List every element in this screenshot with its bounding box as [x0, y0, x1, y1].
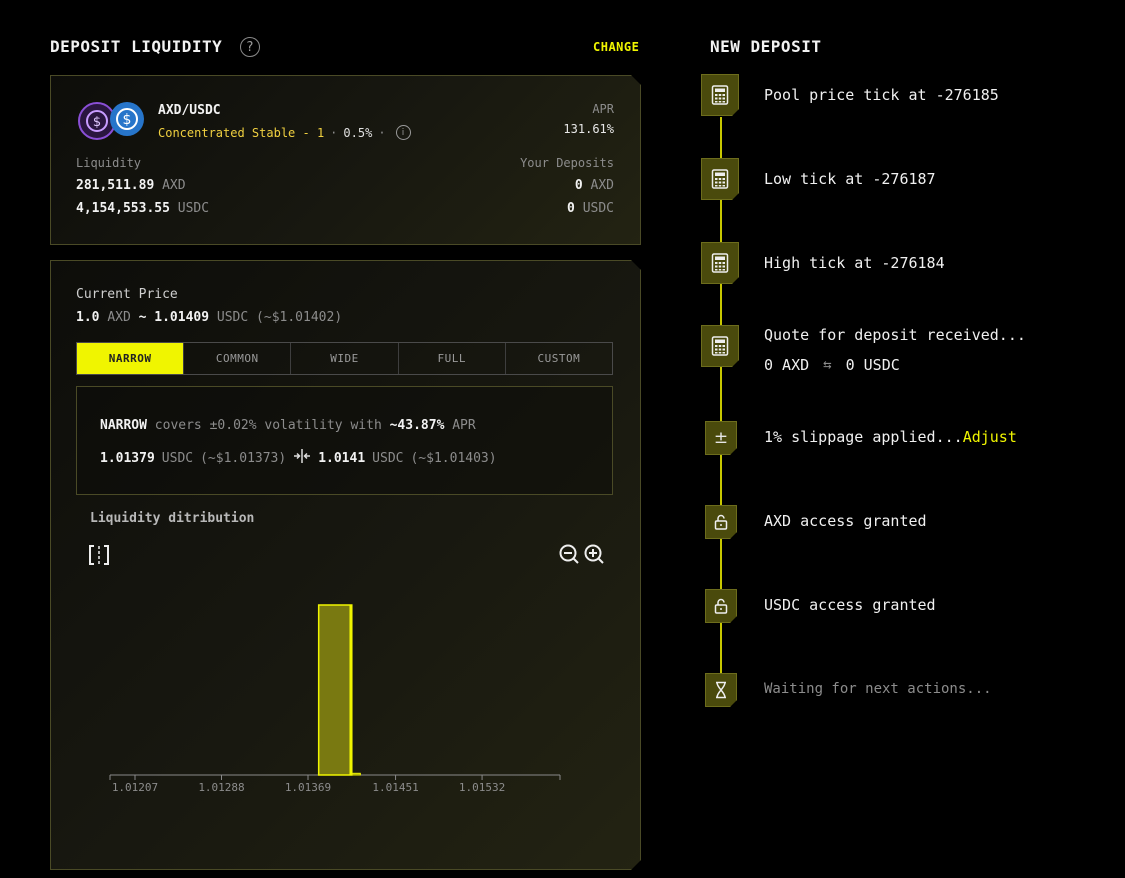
pool-meta: Concentrated Stable - 1 · 0.5% · i — [158, 125, 411, 140]
distribution-title: Liquidity ditribution — [90, 511, 255, 526]
deposit-axd-value: 0 — [574, 178, 583, 193]
range-low-unit: USDC — [161, 450, 194, 466]
liquidity-usdc: 4,154,553.55 USDC — [76, 201, 209, 216]
price-quote-usd: (~$1.01402) — [256, 310, 343, 325]
price-quote-amount: 1.01409 — [154, 310, 210, 325]
tab-common[interactable]: COMMON — [183, 343, 290, 374]
range-high-unit: USDC — [372, 450, 404, 466]
unlock-icon — [705, 505, 737, 539]
calculator-icon — [701, 325, 739, 367]
new-deposit-title: NEW DEPOSIT — [710, 37, 822, 56]
adjust-slippage-link[interactable]: Adjust — [963, 428, 1017, 446]
liquidity-usdc-unit: USDC — [177, 201, 210, 216]
slippage-text: 1% slippage applied... — [764, 428, 963, 446]
deposit-usdc-value: 0 — [567, 201, 575, 216]
range-name: NARROW — [100, 418, 147, 433]
range-high-usd: (~$1.01403) — [410, 450, 497, 466]
range-low: 1.01379 — [100, 450, 155, 466]
pool-type: Concentrated Stable - 1 — [158, 125, 325, 140]
liquidity-axd: 281,511.89 AXD — [76, 178, 186, 193]
liquidity-usdc-value: 4,154,553.55 — [76, 201, 170, 216]
price-base-amount: 1.0 — [76, 310, 100, 325]
x-tick-label: 1.01369 — [285, 781, 331, 794]
step-high-tick: High tick at -276184 — [764, 254, 945, 272]
pool-fee: 0.5% — [343, 125, 373, 140]
price-quote-unit: USDC — [216, 310, 249, 325]
unlock-icon — [705, 589, 737, 623]
quote-amounts: 0 AXD ⇆ 0 USDC — [764, 356, 900, 374]
quote-axd-amount: 0 AXD — [764, 356, 810, 374]
price-tilde: ~ — [138, 310, 147, 325]
range-high: 1.0141 — [318, 450, 366, 466]
range-arrows-icon — [293, 448, 311, 468]
x-tick-label: 1.01288 — [198, 781, 244, 794]
liquidity-distribution-chart[interactable]: 1.01207 1.01288 1.01369 1.01451 1.01532 — [100, 590, 570, 800]
help-icon[interactable]: ? — [240, 37, 260, 57]
step-pool-price-tick: Pool price tick at -276185 — [764, 86, 999, 104]
selected-range — [317, 604, 353, 776]
range-description: NARROW covers ±0.02% volatility with ~43… — [100, 418, 476, 433]
usdc-token-icon: $ — [110, 102, 144, 136]
range-tabs: NARROW COMMON WIDE FULL CUSTOM — [76, 342, 613, 375]
step-waiting: Waiting for next actions... — [764, 681, 992, 697]
step-usdc-access: USDC access granted — [764, 596, 936, 614]
range-bounds: 1.01379 USDC (~$1.01373) 1.0141 USDC (~$… — [100, 448, 497, 468]
current-price: 1.0 AXD ~ 1.01409 USDC (~$1.01402) — [76, 310, 342, 325]
calculator-icon — [701, 74, 739, 116]
x-tick-label: 1.01451 — [372, 781, 418, 794]
separator-dot: · — [330, 125, 338, 140]
step-axd-access: AXD access granted — [764, 512, 927, 530]
fit-range-icon[interactable] — [88, 544, 110, 570]
range-apr-label: APR — [452, 418, 476, 433]
change-button[interactable]: CHANGE — [593, 40, 639, 54]
range-low-usd: (~$1.01373) — [200, 450, 287, 466]
tab-full[interactable]: FULL — [397, 343, 505, 374]
svg-text:$: $ — [123, 112, 132, 128]
quote-usdc-amount: 0 USDC — [845, 356, 900, 374]
liquidity-axd-value: 281,511.89 — [76, 178, 155, 193]
deposit-axd-unit: AXD — [590, 178, 614, 193]
separator-dot: · — [378, 125, 386, 140]
range-apr: ~43.87% — [389, 418, 445, 433]
calculator-icon — [701, 158, 739, 200]
step-slippage: 1% slippage applied...Adjust — [764, 428, 1017, 446]
current-price-label: Current Price — [76, 287, 178, 302]
plus-minus-icon: ± — [705, 421, 737, 455]
swap-arrows-icon: ⇆ — [823, 357, 832, 373]
pool-pair: AXD/USDC — [158, 103, 221, 118]
info-icon[interactable]: i — [395, 125, 411, 140]
range-covers-text: covers ±0.02% volatility with — [154, 418, 382, 433]
svg-text:$: $ — [93, 115, 101, 130]
deposit-usdc-unit: USDC — [582, 201, 614, 216]
tab-wide[interactable]: WIDE — [290, 343, 397, 374]
deposit-usdc: 0 USDC — [567, 201, 614, 216]
price-base-unit: AXD — [107, 310, 131, 325]
your-deposits-label: Your Deposits — [520, 156, 614, 170]
liquidity-label: Liquidity — [76, 156, 142, 170]
apr-value: 131.61% — [563, 122, 614, 136]
zoom-in-icon[interactable] — [583, 543, 605, 569]
step-low-tick: Low tick at -276187 — [764, 170, 936, 188]
deposit-axd: 0 AXD — [575, 178, 614, 193]
liquidity-axd-unit: AXD — [162, 178, 186, 193]
tab-narrow[interactable]: NARROW — [77, 343, 184, 374]
x-tick-label: 1.01532 — [459, 781, 505, 794]
hourglass-icon — [705, 673, 737, 707]
apr-label: APR — [592, 102, 614, 116]
tab-custom[interactable]: CUSTOM — [504, 343, 612, 374]
x-tick-label: 1.01207 — [112, 781, 158, 794]
step-quote-received: Quote for deposit received... — [764, 326, 1026, 344]
liquidity-bar — [351, 772, 361, 776]
range-summary — [76, 386, 613, 495]
zoom-out-icon[interactable] — [558, 543, 580, 569]
page-title: DEPOSIT LIQUIDITY — [50, 37, 223, 56]
calculator-icon — [701, 242, 739, 284]
